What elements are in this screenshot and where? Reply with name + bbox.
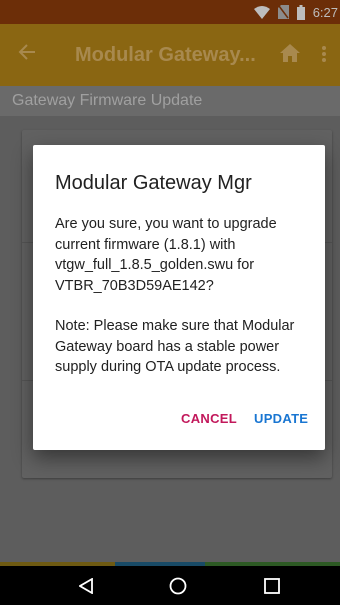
app-title: Modular Gateway...: [75, 44, 256, 66]
battery-icon: [296, 4, 305, 20]
status-icons: 6:27: [253, 0, 340, 24]
wifi-icon: [253, 5, 270, 19]
page-title: Gateway Firmware Update: [12, 92, 203, 109]
back-triangle-icon[interactable]: [56, 566, 116, 605]
status-bar: 6:27: [0, 0, 340, 24]
cancel-button[interactable]: CANCEL: [181, 411, 237, 426]
dialog-message: Are you sure, you want to upgrade curren…: [55, 214, 315, 378]
dialog-title: Modular Gateway Mgr: [55, 172, 252, 194]
dialog-note-text: Note: Please make sure that Modular Gate…: [55, 318, 295, 375]
navigation-bar: [0, 566, 340, 605]
page-subheader: Gateway Firmware Update: [0, 86, 340, 116]
dialog-confirm-text: Are you sure, you want to upgrade curren…: [55, 216, 277, 294]
recents-square-icon[interactable]: [242, 566, 302, 605]
home-circle-icon[interactable]: [148, 566, 208, 605]
arrow-left-icon[interactable]: [18, 43, 36, 66]
app-bar: Modular Gateway...: [0, 24, 340, 86]
confirm-update-dialog: Modular Gateway Mgr Are you sure, you wa…: [33, 145, 325, 450]
more-vert-icon[interactable]: [322, 46, 326, 67]
home-icon[interactable]: [280, 44, 300, 67]
status-time: 6:27: [312, 4, 338, 20]
update-button[interactable]: UPDATE: [254, 411, 308, 426]
no-sim-icon: [277, 5, 289, 19]
